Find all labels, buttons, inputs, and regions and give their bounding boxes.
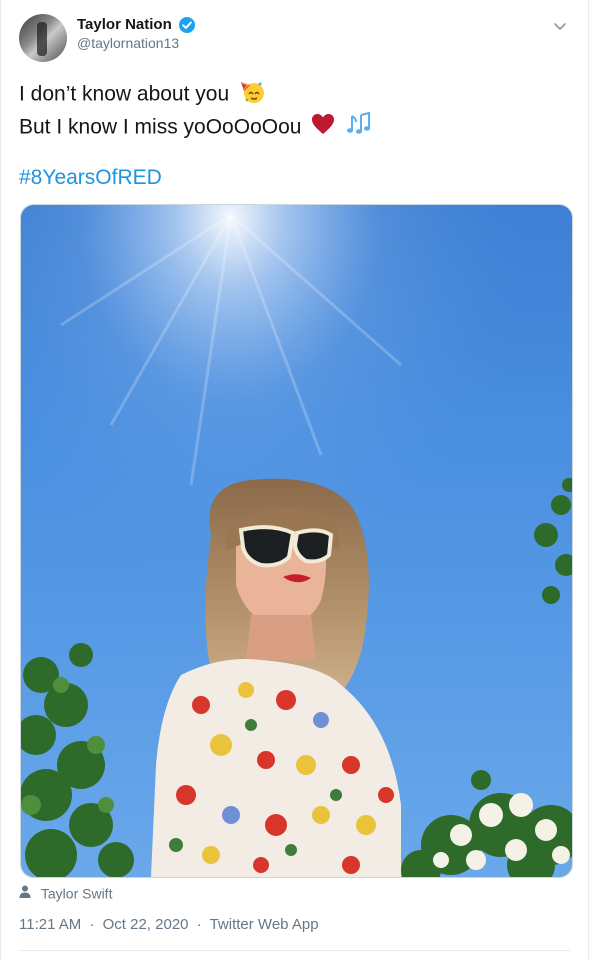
musical-notes-icon (345, 111, 371, 144)
photo-tag[interactable]: Taylor Swift (19, 884, 112, 901)
verified-badge-icon (179, 16, 196, 33)
author-avatar[interactable] (19, 14, 67, 62)
tweet-time[interactable]: 11:21 AM (19, 916, 81, 933)
tweet-header: Taylor Nation @taylornation13 (19, 14, 570, 64)
author-names: Taylor Nation @taylornation13 (77, 16, 196, 51)
tweet-photo[interactable] (20, 204, 573, 878)
person-icon (19, 885, 31, 901)
tweet-line-2-text: But I know I miss yoOoOoOou (19, 115, 302, 139)
tweet-meta: 11:21 AM · Oct 22, 2020 · Twitter Web Ap… (19, 916, 319, 933)
tweet-source[interactable]: Twitter Web App (210, 916, 319, 933)
partying-face-icon (239, 78, 265, 112)
tweet-line-2: But I know I miss yoOoOoOou (19, 111, 559, 144)
chevron-down-icon[interactable] (552, 18, 568, 34)
meta-separator: · (196, 916, 202, 933)
divider (19, 950, 570, 951)
author-handle[interactable]: @taylornation13 (77, 35, 195, 51)
tweet-line-1: I don’t know about you (19, 78, 559, 112)
tweet-line-1-text: I don’t know about you (19, 82, 230, 106)
author-display-name[interactable]: Taylor Nation (77, 16, 172, 33)
tweet-card: Taylor Nation @taylornation13 I don’t kn… (0, 0, 589, 960)
meta-separator: · (89, 916, 95, 933)
hashtag-link[interactable]: #8YearsOfRED (19, 166, 162, 190)
tweet-text: I don’t know about you But I know I miss… (19, 78, 559, 144)
red-heart-icon (311, 113, 335, 143)
tweet-date[interactable]: Oct 22, 2020 (103, 916, 189, 933)
tagged-person-name[interactable]: Taylor Swift (41, 885, 113, 901)
